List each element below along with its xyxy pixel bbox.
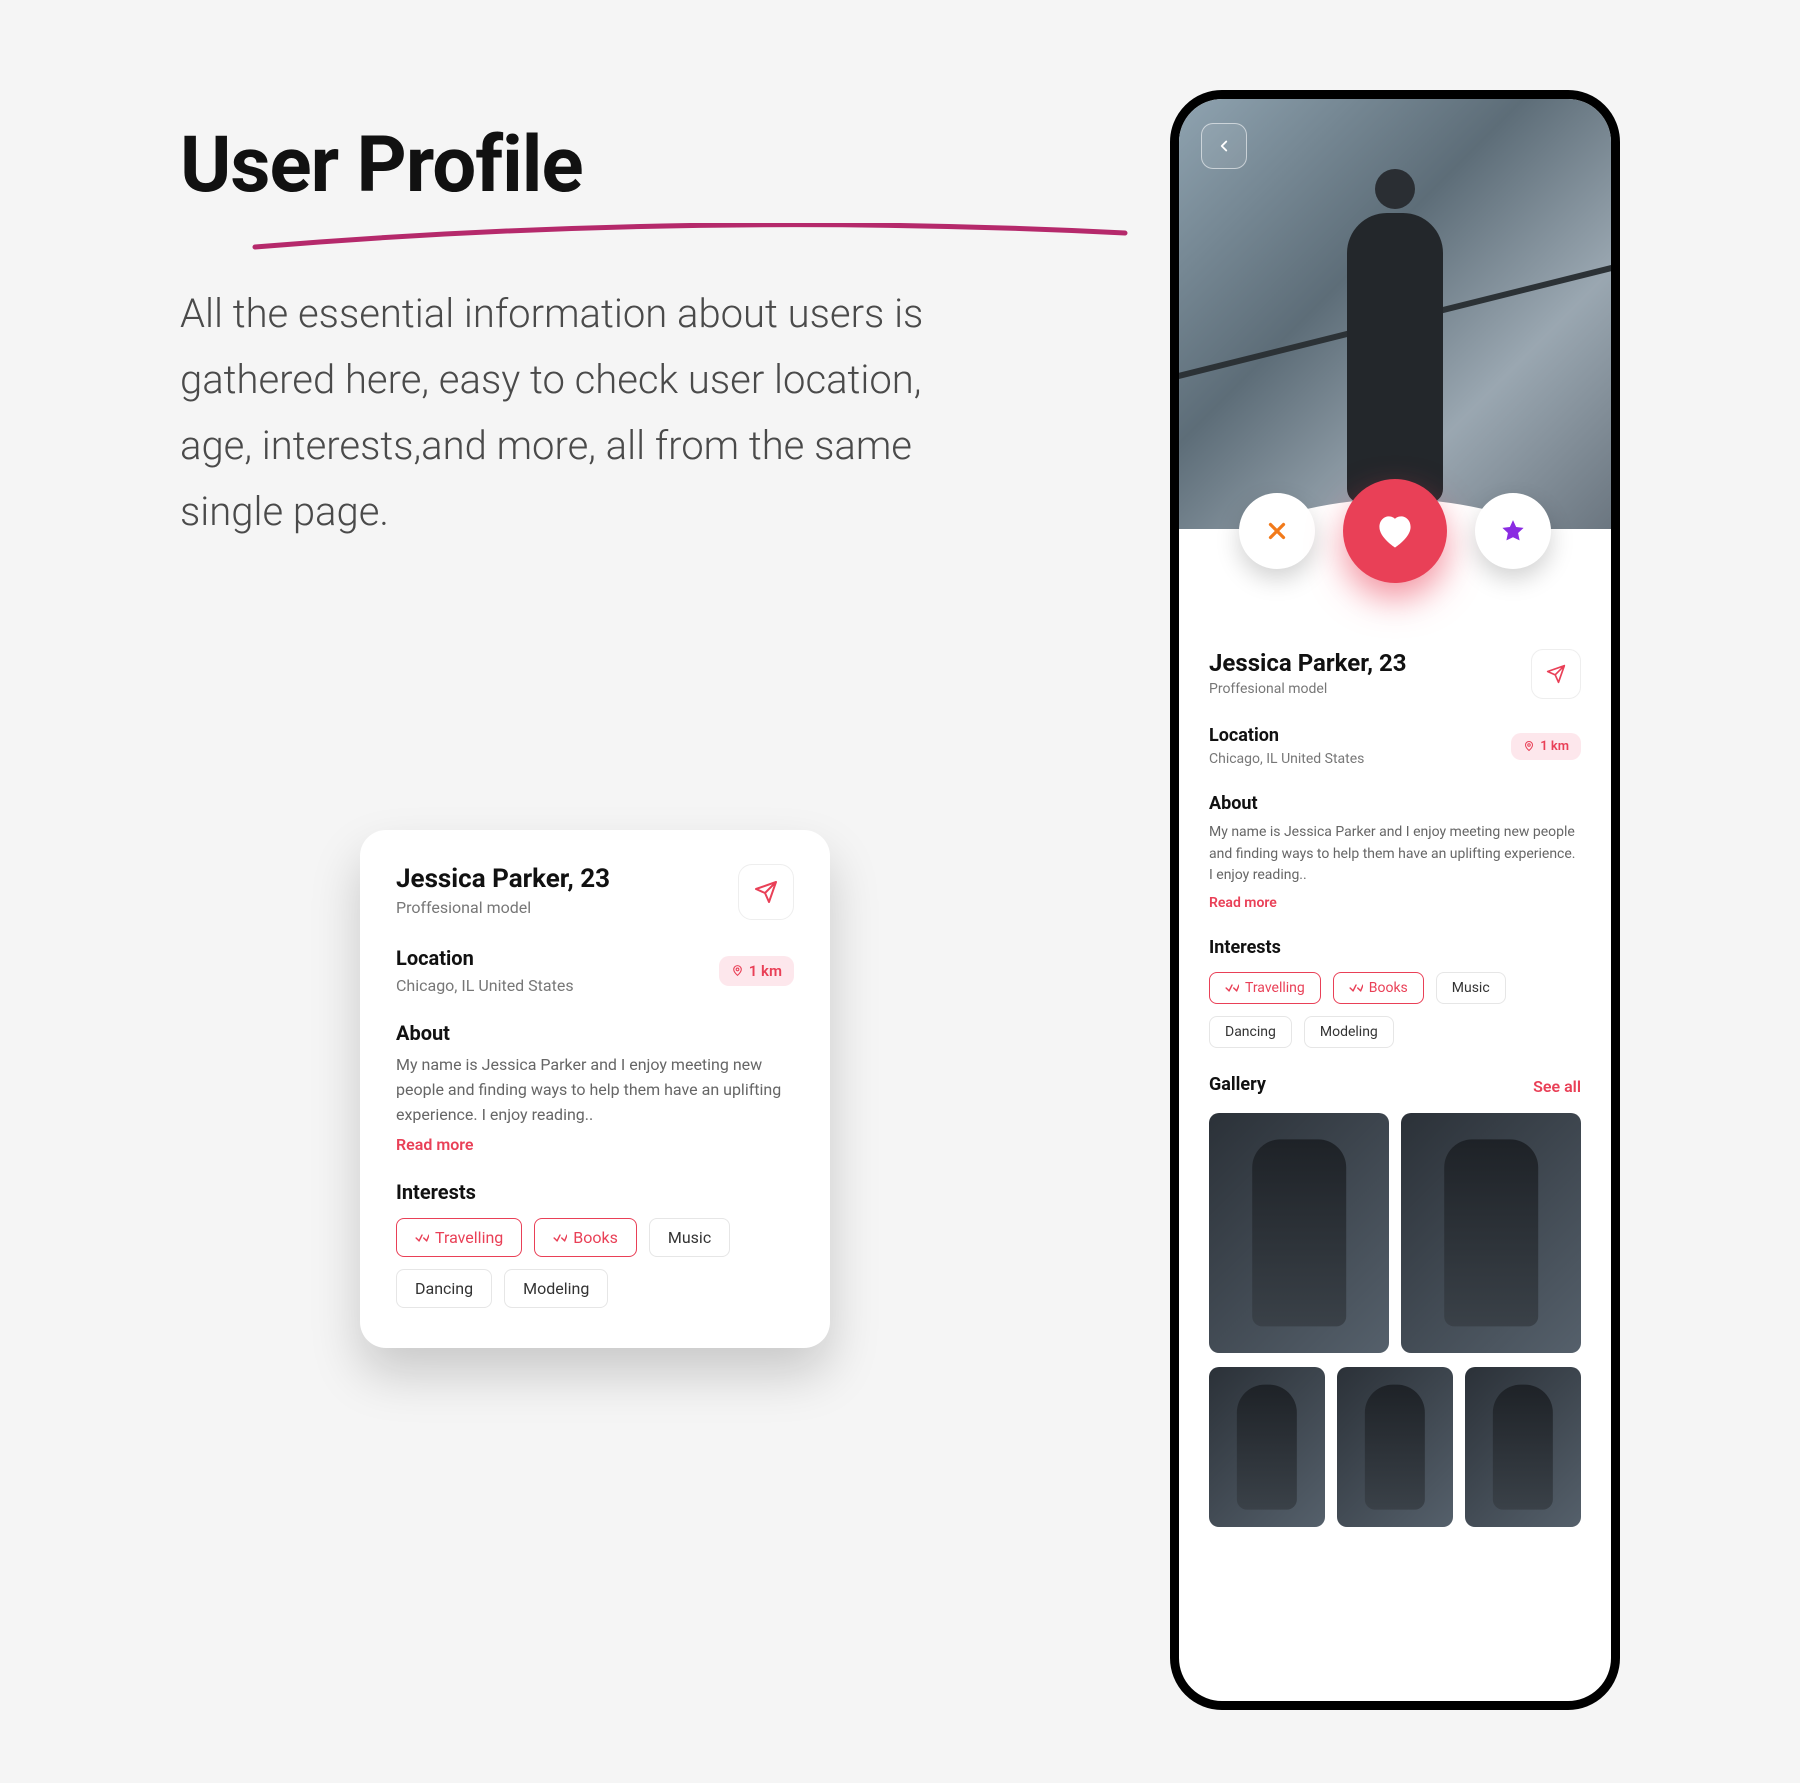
interest-chip-modeling[interactable]: Modeling <box>504 1269 608 1308</box>
interest-label: Music <box>668 1228 711 1247</box>
interest-chip-music[interactable]: Music <box>1436 972 1506 1004</box>
heart-icon <box>1373 509 1417 553</box>
location-value: Chicago, IL United States <box>1209 751 1364 767</box>
interest-chip-modeling[interactable]: Modeling <box>1304 1016 1394 1048</box>
about-text: My name is Jessica Parker and I enjoy me… <box>396 1053 794 1127</box>
profile-subtitle: Proffesional model <box>396 898 610 917</box>
location-label: Location <box>396 946 574 970</box>
check-icon <box>1349 981 1363 995</box>
like-button[interactable] <box>1343 479 1447 583</box>
distance-value: 1 km <box>749 962 782 980</box>
superlike-button[interactable] <box>1475 493 1551 569</box>
see-all-link[interactable]: See all <box>1533 1077 1581 1096</box>
interest-chip-books[interactable]: Books <box>534 1218 637 1257</box>
interest-chip-dancing[interactable]: Dancing <box>1209 1016 1292 1048</box>
star-icon <box>1500 518 1526 544</box>
gallery-tile[interactable] <box>1337 1367 1453 1527</box>
interest-label: Music <box>1452 980 1490 996</box>
check-icon <box>553 1231 567 1245</box>
location-label: Location <box>1209 725 1364 746</box>
interests-label: Interests <box>1209 937 1581 958</box>
send-button[interactable] <box>738 864 794 920</box>
back-button[interactable] <box>1201 123 1247 169</box>
gallery-tile[interactable] <box>1465 1367 1581 1527</box>
distance-badge: 1 km <box>719 956 794 986</box>
profile-name-age: Jessica Parker, 23 <box>396 864 610 894</box>
interest-label: Travelling <box>1245 980 1305 996</box>
check-icon <box>1225 981 1239 995</box>
x-icon <box>1264 518 1290 544</box>
dismiss-button[interactable] <box>1239 493 1315 569</box>
about-label: About <box>396 1021 794 1045</box>
chevron-left-icon <box>1215 137 1233 155</box>
interest-chip-dancing[interactable]: Dancing <box>396 1269 492 1308</box>
phone-frame: Jessica Parker, 23 Proffesional model Lo… <box>1170 90 1620 1710</box>
interest-label: Travelling <box>435 1228 503 1247</box>
interests-chips: Travelling Books Music Dancing Modeling <box>396 1218 794 1308</box>
pin-icon <box>1523 740 1535 752</box>
interests-chips: Travelling Books Music Dancing Modeling <box>1209 972 1581 1048</box>
gallery-row-bottom <box>1209 1367 1581 1527</box>
interest-chip-books[interactable]: Books <box>1333 972 1424 1004</box>
interest-label: Modeling <box>523 1279 589 1298</box>
check-icon <box>415 1231 429 1245</box>
gallery-tile[interactable] <box>1209 1113 1389 1353</box>
about-text: My name is Jessica Parker and I enjoy me… <box>1209 822 1581 887</box>
page-description: All the essential information about user… <box>180 281 1000 545</box>
interest-chip-travelling[interactable]: Travelling <box>396 1218 522 1257</box>
profile-subtitle: Proffesional model <box>1209 681 1407 697</box>
read-more-link[interactable]: Read more <box>396 1135 474 1154</box>
profile-card: Jessica Parker, 23 Proffesional model Lo… <box>360 830 830 1348</box>
heading-underline <box>250 223 1130 253</box>
send-icon <box>754 880 778 904</box>
distance-value: 1 km <box>1540 739 1569 754</box>
action-buttons <box>1179 479 1611 583</box>
send-icon <box>1546 664 1566 684</box>
gallery-label: Gallery <box>1209 1074 1266 1095</box>
gallery-row-top <box>1209 1113 1581 1353</box>
interest-label: Dancing <box>415 1279 473 1298</box>
send-button[interactable] <box>1531 649 1581 699</box>
interest-label: Dancing <box>1225 1024 1276 1040</box>
gallery-tile[interactable] <box>1401 1113 1581 1353</box>
profile-name-age: Jessica Parker, 23 <box>1209 649 1407 677</box>
hero-image <box>1179 99 1611 529</box>
about-label: About <box>1209 793 1581 814</box>
interest-chip-music[interactable]: Music <box>649 1218 730 1257</box>
interest-chip-travelling[interactable]: Travelling <box>1209 972 1321 1004</box>
interest-label: Books <box>573 1228 618 1247</box>
interests-label: Interests <box>396 1180 794 1204</box>
pin-icon <box>731 964 744 977</box>
location-value: Chicago, IL United States <box>396 976 574 995</box>
interest-label: Modeling <box>1320 1024 1378 1040</box>
interest-label: Books <box>1369 980 1408 996</box>
distance-badge: 1 km <box>1511 733 1581 760</box>
gallery-tile[interactable] <box>1209 1367 1325 1527</box>
read-more-link[interactable]: Read more <box>1209 895 1277 911</box>
